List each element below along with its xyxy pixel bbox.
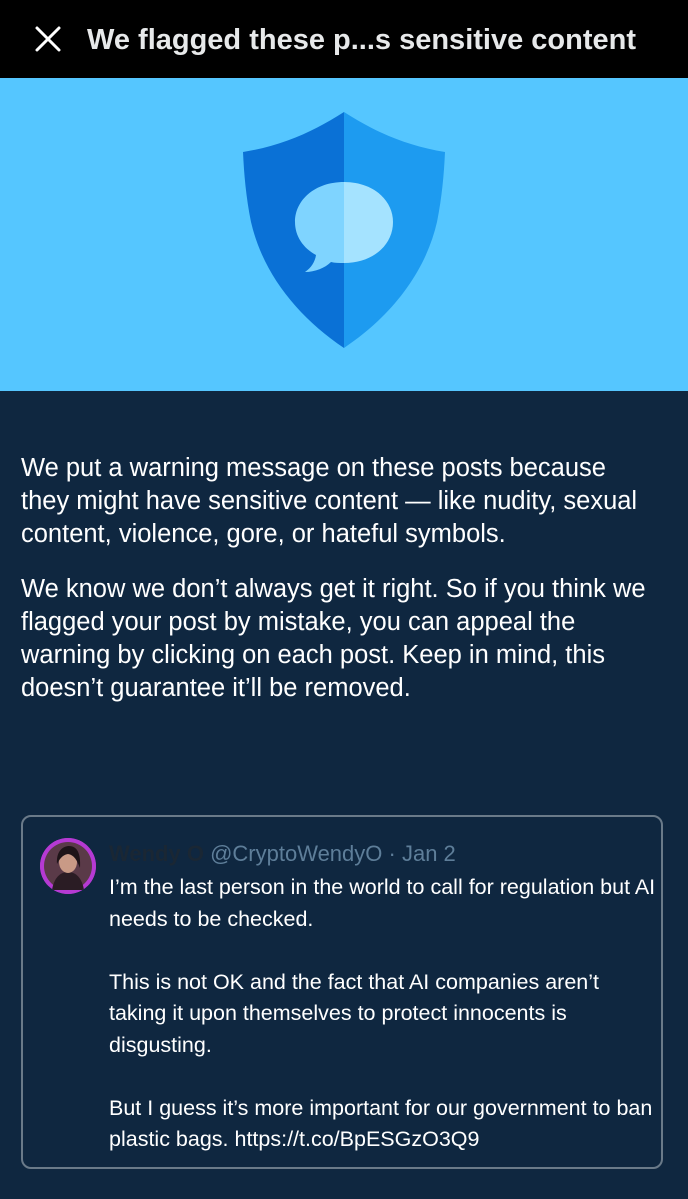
post-meta: Wendy O @CryptoWendyO · Jan 2 (109, 839, 456, 869)
avatar[interactable] (40, 838, 96, 894)
page-title: We flagged these p...s sensitive content (87, 24, 636, 56)
top-bar: We flagged these p...s sensitive content (0, 0, 688, 78)
post-paragraph-2: This is not OK and the fact that AI comp… (109, 969, 599, 1057)
author-handle[interactable]: @CryptoWendyO (210, 841, 382, 866)
post-text: I’m the last person in the world to call… (109, 872, 657, 1187)
sensitive-content-screen: We flagged these p...s sensitive content… (0, 0, 688, 1199)
flagged-post-card[interactable]: Wendy O @CryptoWendyO · Jan 2 I’m the la… (21, 815, 663, 1169)
avatar-image (40, 838, 96, 894)
explanation-text: We put a warning message on these posts … (21, 452, 661, 727)
meta-separator: · (382, 841, 402, 866)
post-paragraph-3: But I guess it’s more important for our … (109, 1095, 653, 1152)
explanation-paragraph-1: We put a warning message on these posts … (21, 454, 638, 548)
close-icon[interactable] (34, 25, 62, 53)
close-button[interactable] (31, 22, 65, 56)
author-name[interactable]: Wendy O (109, 841, 204, 866)
shield-chat-bubble-icon (243, 112, 445, 348)
post-paragraph-1: I’m the last person in the world to call… (109, 875, 656, 931)
explanation-paragraph-2: We know we don’t always get it right. So… (21, 575, 646, 702)
post-date[interactable]: Jan 2 (402, 841, 456, 866)
